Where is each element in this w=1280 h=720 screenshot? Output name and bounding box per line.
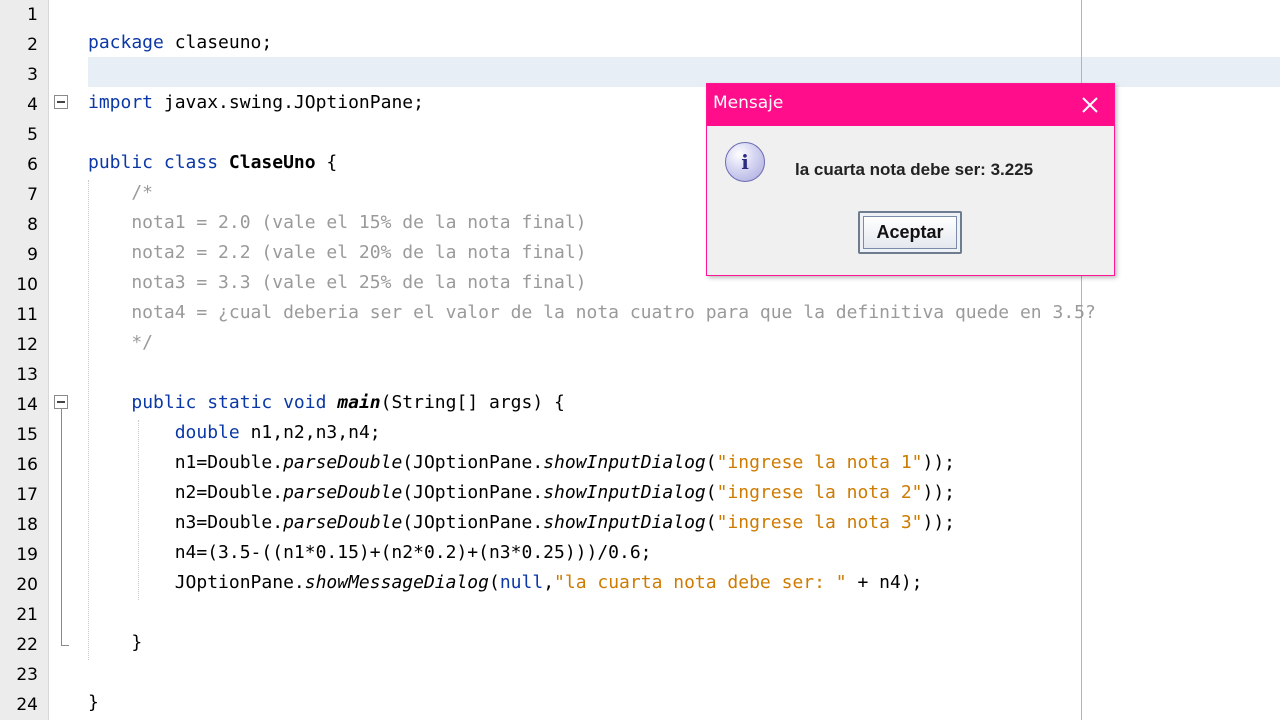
line-number: 2	[27, 35, 38, 55]
close-button[interactable]	[1066, 84, 1114, 126]
line-number: 16	[16, 455, 38, 475]
fold-toggle-icon[interactable]	[54, 395, 68, 409]
code-line-4[interactable]: import javax.swing.JOptionPane;	[88, 88, 424, 118]
class-name: ClaseUno	[228, 152, 316, 173]
code-line-6[interactable]: public class ClaseUno {	[88, 148, 337, 178]
dialog-title-bar[interactable]: Mensaje	[707, 84, 1114, 126]
code-text: (	[705, 512, 717, 533]
string-literal: "ingrese la nota 1"	[716, 452, 923, 473]
line-number: 21	[16, 605, 38, 625]
code-text: javax.swing.JOptionPane;	[153, 92, 424, 113]
line-number: 13	[16, 365, 38, 385]
code-line-16[interactable]: n1=Double.parseDouble(JOptionPane.showIn…	[88, 448, 955, 478]
code-line-24[interactable]: }	[88, 688, 99, 718]
code-text: (	[705, 482, 717, 503]
code-text: claseuno;	[163, 32, 273, 53]
line-number: 3	[27, 65, 38, 85]
method-call: showInputDialog	[543, 452, 706, 473]
message-dialog: Mensaje i la cuarta nota debe ser: 3.225…	[706, 83, 1115, 276]
code-text: n3=Double.	[88, 512, 284, 533]
code-text: n1,n2,n3,n4;	[239, 422, 381, 443]
code-text: {	[315, 152, 338, 173]
line-number: 12	[16, 335, 38, 355]
fold-range-line	[61, 409, 62, 645]
code-text: (JOptionPane.	[402, 482, 544, 503]
code-line-14[interactable]: public static void main(String[] args) {	[88, 388, 565, 418]
string-literal: "ingrese la nota 3"	[716, 512, 923, 533]
code-line-9[interactable]: nota2 = 2.2 (vale el 20% de la nota fina…	[88, 238, 586, 268]
keyword: null	[499, 572, 544, 593]
code-line-17[interactable]: n2=Double.parseDouble(JOptionPane.showIn…	[88, 478, 955, 508]
code-text: ,	[543, 572, 555, 593]
keyword: double	[174, 422, 240, 443]
code-line-8[interactable]: nota1 = 2.0 (vale el 15% de la nota fina…	[88, 208, 586, 238]
method-call: showInputDialog	[543, 512, 706, 533]
line-number: 10	[16, 275, 38, 295]
line-number: 15	[16, 425, 38, 445]
code-text: (JOptionPane.	[402, 452, 544, 473]
code-line-12[interactable]: */	[88, 328, 153, 358]
code-line-10[interactable]: nota3 = 3.3 (vale el 25% de la nota fina…	[88, 268, 586, 298]
code-line-22[interactable]: }	[88, 628, 142, 658]
keyword: package	[88, 32, 164, 53]
line-number: 8	[27, 215, 38, 235]
code-text: n2=Double.	[88, 482, 284, 503]
keyword: public class	[88, 152, 229, 173]
code-text: (	[705, 452, 717, 473]
accept-button-label: Aceptar	[863, 216, 957, 249]
code-line-11[interactable]: nota4 = ¿cual deberia ser el valor de la…	[88, 298, 1096, 328]
code-text: ));	[922, 482, 956, 503]
method-call: parseDouble	[283, 452, 403, 473]
code-line-15[interactable]: double n1,n2,n3,n4;	[88, 418, 381, 448]
line-number: 18	[16, 515, 38, 535]
line-number: 5	[27, 125, 38, 145]
method-call: parseDouble	[283, 512, 403, 533]
line-number: 9	[27, 245, 38, 265]
fold-end-marker	[61, 645, 69, 646]
code-line-18[interactable]: n3=Double.parseDouble(JOptionPane.showIn…	[88, 508, 955, 538]
string-literal: "la cuarta nota debe ser: "	[554, 572, 847, 593]
code-text: (JOptionPane.	[402, 512, 544, 533]
code-line-7[interactable]: /*	[88, 178, 153, 208]
code-text: JOptionPane.	[88, 572, 305, 593]
code-text: ));	[922, 452, 956, 473]
code-text: (String[] args) {	[380, 392, 565, 413]
keyword: import	[88, 92, 154, 113]
code-text: n1=Double.	[88, 452, 284, 473]
code-text: (	[488, 572, 500, 593]
code-line-20[interactable]: JOptionPane.showMessageDialog(null,"la c…	[88, 568, 923, 598]
line-number: 22	[16, 635, 38, 655]
code-text: ));	[922, 512, 956, 533]
line-number: 14	[16, 395, 38, 415]
line-number: 19	[16, 545, 38, 565]
accept-button[interactable]: Aceptar	[858, 211, 962, 254]
line-number: 6	[27, 155, 38, 175]
line-number: 1	[27, 5, 38, 25]
line-number: 17	[16, 485, 38, 505]
code-line-19[interactable]: n4=(3.5-((n1*0.15)+(n2*0.2)+(n3*0.25)))/…	[88, 538, 652, 568]
info-icon: i	[725, 142, 765, 182]
line-number-gutter: 1 2 3 4 5 6 7 8 9 10 11 12 13 14 15 16 1…	[0, 0, 49, 720]
line-number: 4	[27, 95, 38, 115]
line-number: 7	[27, 185, 38, 205]
line-number: 20	[16, 575, 38, 595]
code-text: + n4);	[846, 572, 923, 593]
line-number: 23	[16, 665, 38, 685]
fold-toggle-icon[interactable]	[54, 95, 68, 109]
line-number: 24	[16, 695, 38, 715]
close-icon	[1082, 97, 1098, 113]
dialog-title: Mensaje	[713, 93, 784, 113]
code-line-2[interactable]: package claseuno;	[88, 28, 272, 58]
keyword: public static void	[131, 392, 338, 413]
dialog-message: la cuarta nota debe ser: 3.225	[795, 160, 1034, 179]
method-name: main	[337, 392, 381, 413]
method-call: parseDouble	[283, 482, 403, 503]
line-number: 11	[16, 305, 38, 325]
method-call: showMessageDialog	[304, 572, 489, 593]
string-literal: "ingrese la nota 2"	[716, 482, 923, 503]
method-call: showInputDialog	[543, 482, 706, 503]
